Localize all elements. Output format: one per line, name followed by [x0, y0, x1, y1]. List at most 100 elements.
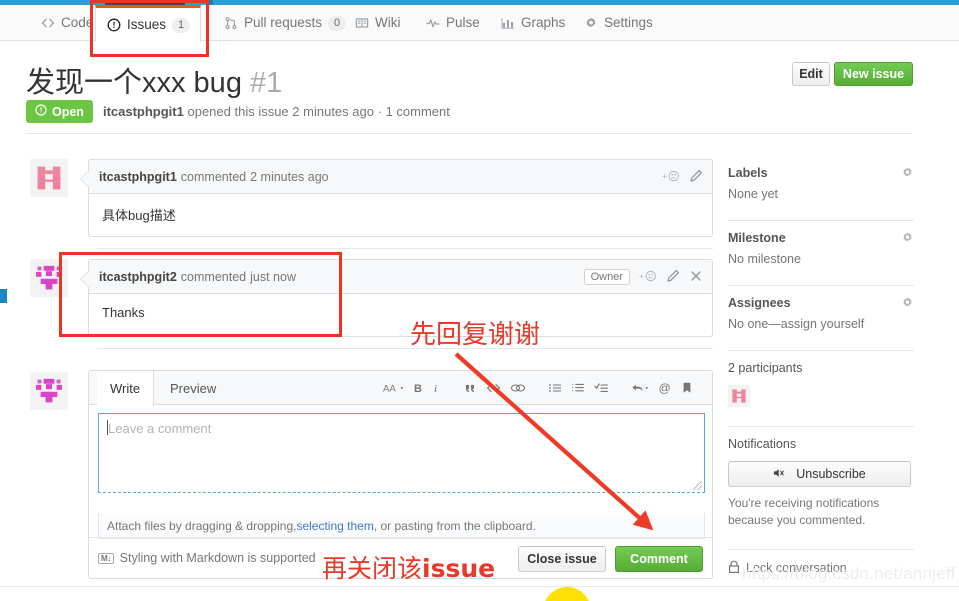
quote-icon[interactable] — [463, 379, 477, 397]
pulse-icon — [425, 16, 440, 31]
resize-grip[interactable] — [693, 481, 702, 490]
tab-code[interactable]: Code — [30, 5, 103, 41]
comment-actions: + — [662, 160, 703, 194]
annotation-close-note-en: issue — [422, 554, 496, 583]
edit-button[interactable]: Edit — [792, 62, 830, 86]
tab-code-label: Code — [61, 15, 94, 31]
yellow-marker — [543, 587, 591, 601]
svg-text:B: B — [414, 383, 422, 395]
gear-icon[interactable] — [901, 166, 914, 184]
edit-comment-icon[interactable] — [666, 269, 680, 286]
comment-header: itcastphpgit2 commented just now Owner + — [89, 260, 712, 294]
comment-textarea[interactable]: Leave a comment — [98, 413, 705, 493]
reply-icon[interactable] — [631, 379, 649, 397]
avatar[interactable] — [30, 159, 68, 197]
edit-comment-icon[interactable] — [689, 169, 703, 186]
labels-title: Labels — [728, 166, 768, 180]
close-icon[interactable] — [689, 269, 703, 286]
milestone-title: Milestone — [728, 231, 786, 245]
add-reaction-icon[interactable]: + — [662, 169, 680, 186]
unordered-list-icon[interactable] — [548, 379, 562, 397]
repo-nav-tabs: Code Issues 1 Pull requests 0 Wiki Pulse… — [0, 5, 959, 42]
new-comment-form: Write Preview AA B i @ Leave a comment A… — [88, 370, 713, 579]
sidebar-divider — [728, 220, 914, 221]
tab-settings[interactable]: Settings — [573, 5, 663, 41]
sidebar-section-milestone: Milestone No milestone — [728, 231, 914, 276]
comment-time: 2 minutes ago — [250, 169, 329, 184]
comment-textarea-placeholder: Leave a comment — [108, 421, 212, 436]
callout-arrow — [81, 271, 89, 287]
sidebar-section-assignees: Assignees No one—assign yourself — [728, 296, 914, 341]
tab-preview-label: Preview — [170, 381, 217, 396]
comment-author[interactable]: itcastphpgit1 — [99, 170, 177, 184]
select-files-link[interactable]: selecting them — [296, 519, 373, 533]
mention-icon[interactable]: @ — [658, 379, 672, 397]
issue-meta-comments: 1 comment — [385, 104, 450, 119]
comment-header: itcastphpgit1 commented 2 minutes ago + — [89, 160, 712, 194]
issue-author[interactable]: itcastphpgit1 — [103, 104, 184, 119]
lock-icon — [728, 560, 740, 577]
svg-text:@: @ — [659, 381, 671, 395]
link-icon[interactable] — [510, 379, 526, 397]
comment-button[interactable]: Comment — [615, 546, 703, 572]
ordered-list-icon[interactable] — [571, 379, 585, 397]
code-icon — [40, 16, 55, 31]
sidebar-section-notifications: Notifications Unsubscribe You're receivi… — [728, 437, 914, 540]
tab-issues-label: Issues — [127, 17, 167, 33]
markdown-toolbar: AA B i @ — [372, 371, 704, 405]
tab-write[interactable]: Write — [97, 371, 155, 406]
attach-hint-pre: Attach files by dragging & dropping, — [107, 518, 297, 533]
issue-sidebar: Labels None yet Milestone No milestone A… — [728, 166, 914, 577]
notifications-title: Notifications — [728, 437, 797, 451]
tab-graphs[interactable]: Graphs — [490, 5, 575, 41]
comment-card: itcastphpgit1 commented 2 minutes ago + … — [80, 159, 713, 237]
attach-hint-post: , or pasting from the clipboard. — [373, 518, 536, 533]
avatar[interactable] — [30, 372, 68, 410]
annotation-close-note-cn: 再关闭该 — [322, 554, 423, 583]
issue-number: #1 — [250, 67, 283, 99]
sidebar-divider — [728, 350, 914, 351]
gear-icon[interactable] — [901, 231, 914, 249]
svg-text:+: + — [639, 271, 644, 281]
tab-wiki[interactable]: Wiki — [344, 5, 411, 41]
saved-replies-icon[interactable] — [681, 379, 693, 397]
code-icon[interactable] — [486, 379, 501, 397]
tab-issues[interactable]: Issues 1 — [95, 5, 202, 42]
issue-meta-action: opened this issue — [187, 104, 289, 119]
git-pull-request-icon — [223, 16, 238, 31]
avatar[interactable] — [728, 385, 750, 407]
italic-icon[interactable]: i — [433, 379, 441, 397]
tab-pulse[interactable]: Pulse — [415, 5, 490, 41]
markdown-supported-hint: M↓ Styling with Markdown is supported — [98, 551, 316, 565]
new-issue-button[interactable]: New issue — [834, 62, 913, 86]
comment-textarea-wrap: Leave a comment — [89, 405, 712, 493]
tab-pulse-label: Pulse — [446, 15, 480, 31]
graph-icon — [500, 16, 515, 31]
toolbar-group-text: AA B i — [372, 379, 452, 397]
issue-meta-text: itcastphpgit1 opened this issue 2 minute… — [103, 104, 450, 119]
avatar[interactable] — [30, 259, 68, 297]
comment-action: commented — [180, 169, 247, 184]
unsubscribe-button[interactable]: Unsubscribe — [728, 461, 911, 487]
comment-action: commented — [180, 269, 247, 284]
comment-body: Thanks — [102, 305, 145, 320]
comment-author[interactable]: itcastphpgit2 — [99, 270, 177, 284]
comment-time: just now — [250, 269, 296, 284]
tab-issues-counter: 1 — [172, 17, 191, 33]
close-issue-button[interactable]: Close issue — [518, 546, 606, 572]
callout-arrow — [81, 171, 89, 187]
tab-pull-requests[interactable]: Pull requests 0 — [213, 5, 356, 41]
text-size-icon[interactable]: AA — [383, 379, 405, 397]
timeline-divider-2 — [97, 348, 713, 349]
task-list-icon[interactable] — [594, 379, 609, 397]
status-badge-label: Open — [52, 104, 84, 119]
notifications-note: You're receiving notifications because y… — [728, 496, 880, 528]
assignees-title: Assignees — [728, 296, 791, 310]
tab-preview[interactable]: Preview — [157, 371, 229, 406]
page-bottom-divider — [0, 586, 959, 587]
add-reaction-icon[interactable]: + — [639, 269, 657, 286]
gear-icon[interactable] — [901, 296, 914, 314]
annotation-reply-note: 先回复谢谢 — [410, 320, 541, 350]
comment-actions: Owner + — [583, 260, 703, 294]
bold-icon[interactable]: B — [414, 379, 424, 397]
